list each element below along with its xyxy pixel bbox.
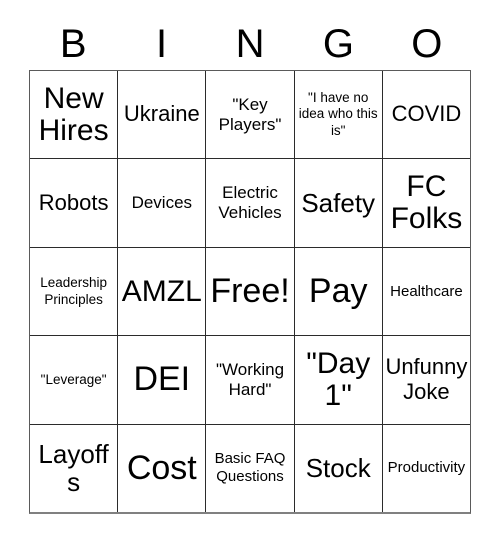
bingo-cell[interactable]: "I have no idea who this is" xyxy=(293,71,382,159)
bingo-cell-label: Pay xyxy=(308,271,368,310)
bingo-cell[interactable]: "Key Players" xyxy=(205,71,294,159)
bingo-header-letter-i: I xyxy=(117,18,205,70)
bingo-header-letter-g: G xyxy=(294,18,382,70)
header-letter-text: G xyxy=(322,22,354,66)
bingo-cell-label: COVID xyxy=(391,101,462,127)
bingo-cell-label: "Working Hard" xyxy=(215,359,285,399)
bingo-cell[interactable]: DEI xyxy=(117,336,206,424)
header-letter-text: O xyxy=(411,22,443,66)
bingo-cell[interactable]: COVID xyxy=(381,71,471,159)
bingo-row: "Leverage" DEI "Working Hard" "Day 1" Un… xyxy=(30,335,471,424)
bingo-cell-label: "Leverage" xyxy=(40,371,107,387)
bingo-cell[interactable]: Stock xyxy=(293,424,382,513)
bingo-row: Robots Devices Electric Vehicles Safety … xyxy=(30,158,471,247)
bingo-cell[interactable]: Basic FAQ Questions xyxy=(205,424,294,513)
bingo-cell-label: New Hires xyxy=(38,81,109,147)
bingo-cell[interactable]: Productivity xyxy=(381,424,471,513)
bingo-cell-label: "I have no idea who this is" xyxy=(298,90,378,138)
bingo-cell[interactable]: FC Folks xyxy=(381,159,471,247)
bingo-cell[interactable]: Pay xyxy=(293,247,382,336)
bingo-cell-label: Basic FAQ Questions xyxy=(214,450,286,486)
bingo-cell[interactable]: AMZL xyxy=(117,247,206,336)
bingo-cell-label: Productivity xyxy=(387,459,466,477)
bingo-cell[interactable]: Leadership Principles xyxy=(30,247,118,336)
bingo-header-letter-o: O xyxy=(383,18,471,70)
bingo-cell[interactable]: Devices xyxy=(117,159,206,247)
header-letter-text: I xyxy=(156,22,168,66)
bingo-cell[interactable]: Ukraine xyxy=(117,71,206,159)
bingo-cell-label: Leadership Principles xyxy=(40,275,107,307)
header-letter-text: B xyxy=(59,22,87,66)
bingo-grid: New Hires Ukraine "Key Players" "I have … xyxy=(29,70,471,514)
bingo-cell-label: Safety xyxy=(301,188,376,219)
bingo-cell-label: FC Folks xyxy=(390,170,463,236)
bingo-cell-label: DEI xyxy=(133,360,191,399)
bingo-cell-free-space[interactable]: Free! xyxy=(205,247,294,336)
bingo-header-letter-b: B xyxy=(29,18,117,70)
bingo-cell[interactable]: Robots xyxy=(30,159,118,247)
bingo-header-letter-n: N xyxy=(206,18,294,70)
bingo-cell-label: Free! xyxy=(210,271,290,310)
header-letter-text: N xyxy=(235,22,265,66)
bingo-cell-label: Robots xyxy=(38,189,109,215)
bingo-cell[interactable]: Healthcare xyxy=(381,247,471,336)
bingo-cell[interactable]: Unfunny Joke xyxy=(381,336,471,424)
bingo-row: Layoffs Cost Basic FAQ Questions Stock P… xyxy=(30,423,471,513)
bingo-cell[interactable]: Electric Vehicles xyxy=(205,159,294,247)
bingo-cell[interactable]: Cost xyxy=(117,424,206,513)
bingo-cell-label: AMZL xyxy=(121,274,202,308)
bingo-cell[interactable]: "Leverage" xyxy=(30,336,118,424)
bingo-cell[interactable]: New Hires xyxy=(30,71,118,159)
bingo-cell-label: Healthcare xyxy=(390,282,463,300)
bingo-cell-label: "Key Players" xyxy=(218,94,282,134)
bingo-cell-label: Electric Vehicles xyxy=(218,183,282,223)
bingo-row: New Hires Ukraine "Key Players" "I have … xyxy=(30,71,471,159)
bingo-cell-label: Cost xyxy=(126,448,197,487)
bingo-cell-label: Ukraine xyxy=(123,101,200,127)
bingo-cell[interactable]: Safety xyxy=(293,159,382,247)
bingo-card: B I N G O New Hires Ukraine "Key Players… xyxy=(0,0,500,544)
bingo-cell-label: Layoffs xyxy=(38,439,109,498)
bingo-header-row: B I N G O xyxy=(29,18,471,70)
bingo-cell[interactable]: "Day 1" xyxy=(293,336,382,424)
bingo-cell-label: "Day 1" xyxy=(306,347,371,412)
bingo-cell[interactable]: "Working Hard" xyxy=(205,336,294,424)
bingo-cell-label: Stock xyxy=(305,453,371,484)
bingo-row: Leadership Principles AMZL Free! Pay Hea… xyxy=(30,246,471,336)
bingo-cell-label: Unfunny Joke xyxy=(385,354,468,404)
bingo-cell[interactable]: Layoffs xyxy=(30,424,118,513)
bingo-cell-label: Devices xyxy=(131,193,193,213)
